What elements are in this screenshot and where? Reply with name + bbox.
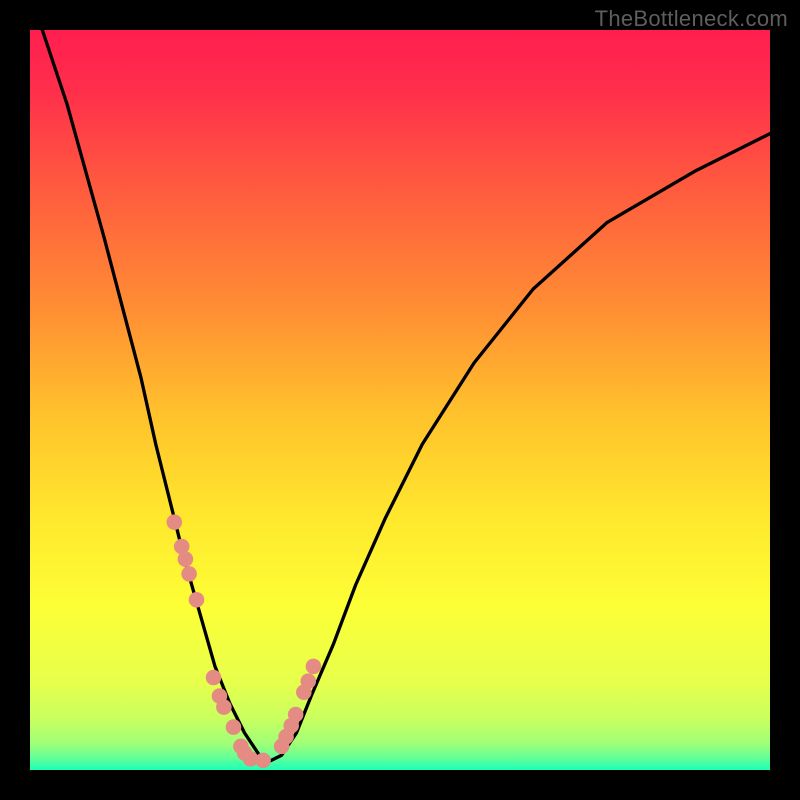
measured-point	[206, 670, 222, 686]
measured-point	[255, 753, 271, 769]
measured-point	[189, 592, 205, 608]
measured-point	[226, 719, 242, 735]
measured-point	[178, 551, 194, 567]
measured-point	[167, 514, 183, 530]
measured-point	[300, 673, 316, 689]
watermark-text: TheBottleneck.com	[595, 6, 788, 32]
plot-area	[30, 30, 770, 770]
chart-canvas: TheBottleneck.com	[0, 0, 800, 800]
bottleneck-curve	[30, 30, 770, 763]
measured-point	[306, 659, 322, 675]
measured-point	[216, 699, 232, 715]
measured-point	[288, 707, 304, 723]
curve-layer	[30, 30, 770, 770]
measured-point	[181, 566, 197, 582]
